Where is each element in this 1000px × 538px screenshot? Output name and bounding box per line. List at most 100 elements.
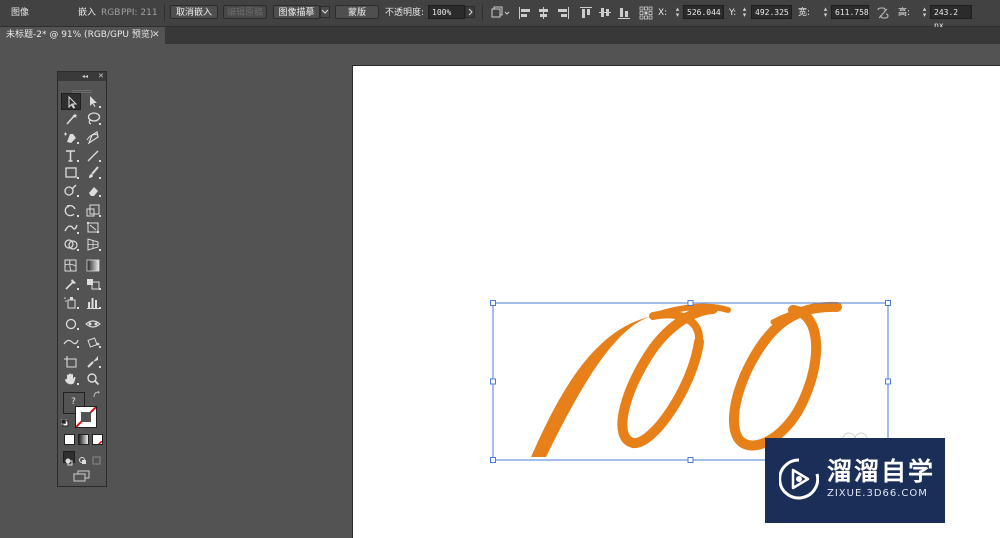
unembed-button[interactable]: 取消嵌入: [170, 5, 218, 19]
zoom-tool[interactable]: [83, 370, 103, 387]
ellipse-tool[interactable]: [61, 315, 81, 332]
pen-nib-icon: [64, 132, 79, 144]
recolor-artwork-icon[interactable]: [491, 5, 511, 19]
constrain-proportions-icon[interactable]: [876, 5, 890, 19]
ppi-label: PPI: 211: [121, 8, 158, 18]
live-paint-bucket-icon: [87, 337, 101, 348]
panel-grip[interactable]: [58, 81, 106, 93]
symbol-sprayer-tool[interactable]: [61, 294, 81, 311]
reference-point-icon[interactable]: [639, 5, 653, 20]
align-right-icon[interactable]: [556, 5, 570, 19]
magic-wand-tool[interactable]: [61, 110, 81, 127]
shape-builder-tool[interactable]: [61, 236, 81, 253]
collapse-icon[interactable]: ◂◂: [82, 72, 88, 81]
eraser-tool[interactable]: [83, 182, 103, 199]
shaper-tool[interactable]: [61, 182, 81, 199]
align-horizontal-center-icon[interactable]: [537, 5, 551, 19]
paintbrush-icon: [89, 166, 101, 179]
smooth-tool[interactable]: [61, 333, 81, 350]
hand-tool[interactable]: [61, 370, 81, 387]
direct-selection-tool[interactable]: [83, 93, 103, 110]
rotate-tool[interactable]: [61, 202, 81, 219]
smooth-icon: [63, 339, 79, 348]
curvature-pen-icon: [86, 131, 99, 145]
stroke-swatch[interactable]: [75, 406, 97, 428]
y-stepper-icon[interactable]: ▴ ▾: [741, 6, 748, 19]
swap-fill-stroke-icon[interactable]: [93, 391, 101, 399]
draw-inside-icon[interactable]: [92, 451, 102, 465]
blend-tool[interactable]: [83, 275, 103, 292]
paintbrush-tool[interactable]: [83, 164, 103, 181]
close-icon[interactable]: ✕: [98, 72, 104, 81]
x-label: X:: [658, 8, 668, 18]
lasso-tool[interactable]: [83, 110, 103, 127]
watermark-badge: 溜溜自学 ZIXUE.3D66.COM: [765, 438, 945, 523]
slice-tool[interactable]: [83, 353, 103, 370]
align-top-icon[interactable]: [579, 5, 593, 19]
magic-wand-icon: [66, 113, 78, 125]
document-tab[interactable]: 未标题-2* @ 91% (RGB/GPU 预览) ✕: [0, 27, 165, 44]
draw-mode-row: [61, 451, 105, 466]
edit-original-button[interactable]: 编辑原稿: [223, 5, 267, 19]
rotate-icon: [64, 205, 79, 217]
tools-panel-header[interactable]: ◂◂ ✕: [58, 72, 106, 81]
eyedropper-icon: [65, 279, 79, 290]
perspective-grid-tool[interactable]: [83, 236, 103, 253]
x-stepper-icon[interactable]: ▴ ▾: [674, 6, 681, 19]
divider: [482, 4, 483, 21]
align-bottom-icon[interactable]: [617, 5, 631, 19]
control-bar: 图像 嵌入 RGB PPI: 211 取消嵌入 编辑原稿 图像描摹 蒙版 不透明…: [0, 0, 1000, 30]
width-tool[interactable]: [83, 315, 103, 332]
selection-tool[interactable]: [61, 93, 81, 110]
warp-tool[interactable]: [61, 219, 81, 236]
close-icon[interactable]: ✕: [152, 30, 160, 41]
y-label: Y:: [729, 8, 737, 18]
width-stepper-icon[interactable]: ▴ ▾: [822, 6, 829, 19]
x-input[interactable]: 526.044: [683, 5, 724, 19]
pen-tool[interactable]: [61, 129, 81, 146]
divider: [164, 4, 165, 21]
line-segment-tool[interactable]: [83, 147, 103, 164]
align-left-icon[interactable]: [518, 5, 532, 19]
live-paint-bucket-tool[interactable]: [83, 333, 103, 350]
align-vertical-center-icon[interactable]: [598, 5, 612, 19]
mask-button[interactable]: 蒙版: [335, 5, 379, 19]
gradient-tool[interactable]: [83, 257, 103, 274]
resize-handle: [885, 378, 891, 385]
opacity-input[interactable]: 100%: [428, 5, 465, 19]
image-trace-dropdown[interactable]: [320, 6, 330, 18]
curvature-tool[interactable]: [83, 129, 103, 146]
screen-mode-icon[interactable]: [73, 468, 91, 482]
width-tool-icon: [85, 320, 101, 328]
zoom-magnifier-icon: [87, 373, 100, 386]
placed-image-artwork[interactable]: [531, 301, 842, 457]
resize-handle: [490, 457, 496, 463]
image-trace-button[interactable]: 图像描摹: [273, 5, 320, 19]
height-stepper-icon[interactable]: ▴ ▾: [921, 6, 928, 19]
gradient-button[interactable]: [78, 434, 89, 445]
height-input[interactable]: 243.2 px: [930, 5, 972, 30]
chevron-right-icon: [468, 8, 473, 16]
slice-knife-icon: [87, 356, 101, 368]
draw-normal-icon[interactable]: [63, 451, 75, 466]
y-input[interactable]: 492.325: [751, 5, 792, 19]
scale-tool[interactable]: [83, 202, 103, 219]
type-tool[interactable]: [61, 147, 81, 164]
eyedropper-tool[interactable]: [61, 275, 81, 292]
width-input[interactable]: 611.758: [831, 5, 869, 19]
mesh-tool[interactable]: [61, 257, 81, 274]
column-graph-tool[interactable]: [83, 294, 103, 311]
color-button[interactable]: [64, 434, 75, 445]
opacity-label: 不透明度:: [385, 8, 425, 18]
artboard-icon: [64, 356, 77, 368]
shaper-icon: [64, 184, 79, 197]
rectangle-icon: [65, 167, 79, 179]
rectangle-tool[interactable]: [61, 164, 81, 181]
default-fill-stroke-icon[interactable]: [61, 419, 69, 427]
resize-handle: [687, 457, 694, 463]
artboard-tool[interactable]: [61, 353, 81, 370]
opacity-expand-button[interactable]: [465, 6, 475, 18]
free-transform-tool[interactable]: [83, 219, 103, 236]
draw-behind-icon[interactable]: [78, 451, 88, 464]
none-button[interactable]: [92, 434, 103, 445]
